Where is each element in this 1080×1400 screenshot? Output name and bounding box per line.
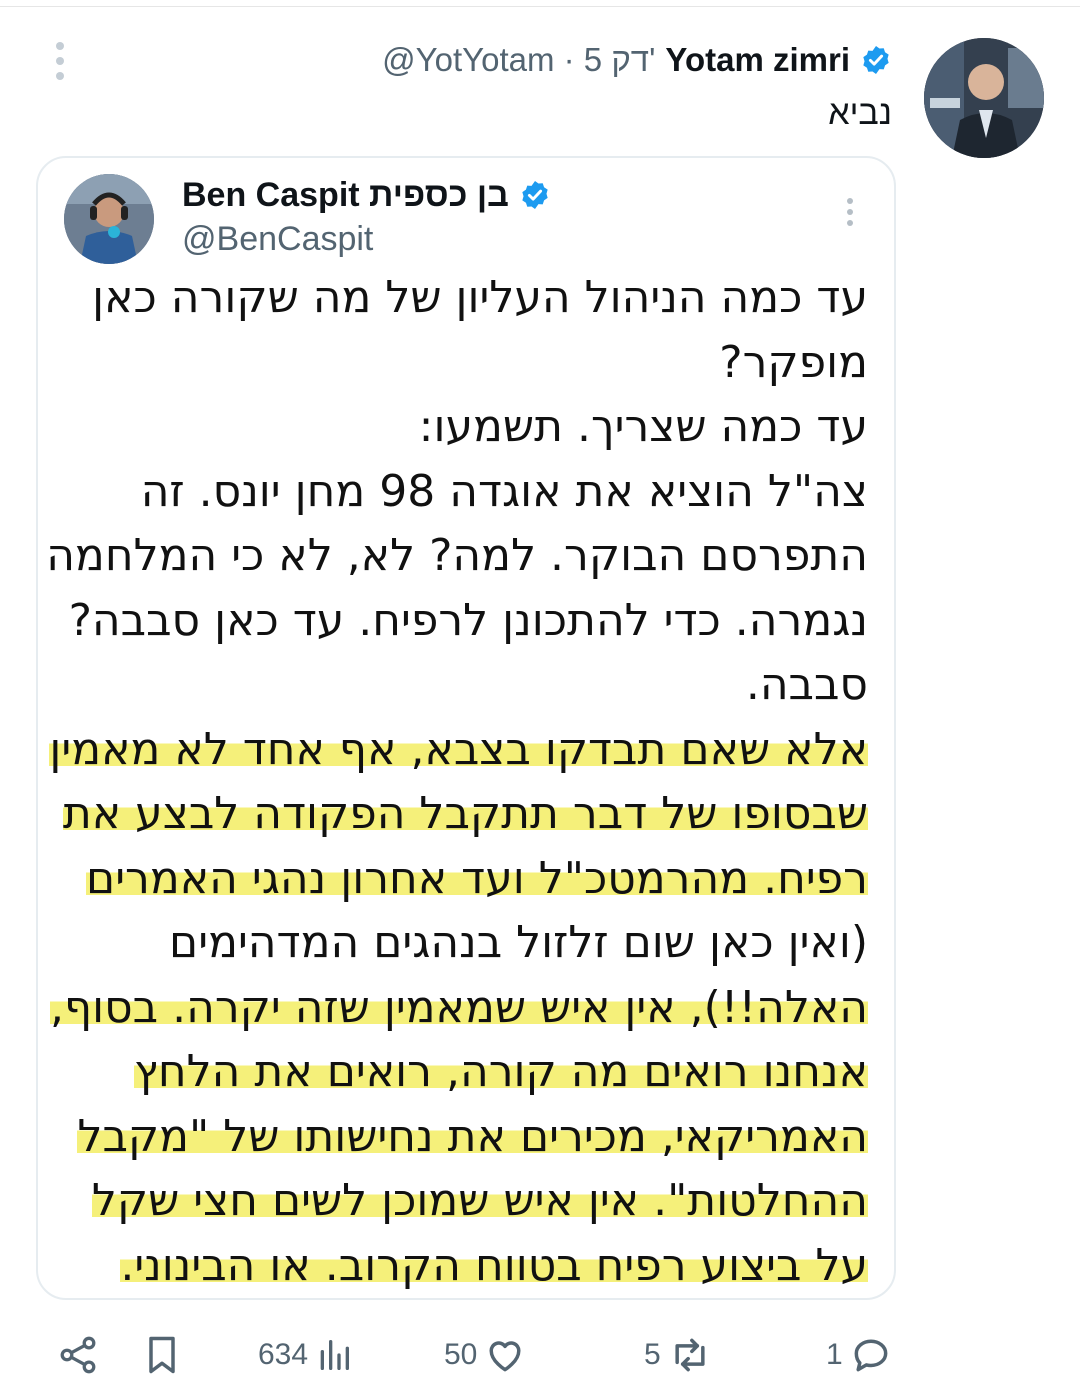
- verified-icon: [863, 46, 889, 74]
- quoted-text-line: נגמרה. כדי להתכונן לרפיח. עד כאן סבבה?: [69, 589, 868, 654]
- replies-count: 1: [826, 1338, 843, 1371]
- text-span: (ואין כאן שום זלזול בנהגים המדהימים: [169, 917, 868, 968]
- post-handle-time: @YotYotam · 5 דק': [382, 41, 656, 78]
- quoted-text-line: מופקר?: [78, 331, 868, 396]
- highlighted-text: על ביצוע רפיח בטווח הקרוב. או הבינוני.: [120, 1239, 868, 1291]
- views-count: 634: [258, 1338, 309, 1371]
- quoted-text-line: צה"ל הוציא את אוגדה 98 מחן יונס. זה: [78, 460, 868, 525]
- quoted-text-line: התפרסם הבוקר. למה? לא, לא כי המלחמה: [46, 524, 868, 589]
- text-span: עד כמה הניהול העליון של מה שקורה כאן: [92, 272, 868, 323]
- views-button[interactable]: 634: [258, 1320, 354, 1390]
- quoted-author-row: Ben Caspit בן כספית: [182, 174, 551, 216]
- repost-icon: [675, 1338, 705, 1372]
- quoted-text-line: אלא שאם תבדקו בצבא, אף אחד לא מאמין: [49, 718, 868, 783]
- quoted-text-line: על ביצוע רפיח בטווח הקרוב. או הבינוני.: [78, 1234, 868, 1299]
- quoted-text-line: רפיח. מהרמטכ"ל ועד אחרון נהגי האמרים: [78, 847, 868, 912]
- text-span: עד כמה שצריך. תשמעו:: [418, 401, 868, 452]
- post-header: @YotYotam · 5 דק' Yotam zimri: [382, 38, 892, 82]
- highlighted-text: ההחלטות". אין איש שמוכן לשים חצי שקל: [91, 1175, 868, 1226]
- highlighted-text: האלה!!), אין איש שמאמין שזה יקרה. בסוף,: [50, 981, 868, 1033]
- quoted-text-line: שבסופו של דבר תתקבל הפקודה לבצע את: [62, 782, 868, 847]
- text-span: סבבה.: [745, 659, 868, 710]
- action-bar: 634 50 5 1: [0, 1320, 1080, 1390]
- heart-icon: [489, 1341, 521, 1372]
- text-span: מופקר?: [719, 336, 868, 388]
- more-options-icon[interactable]: [52, 42, 68, 84]
- quoted-author-avatar[interactable]: [64, 174, 154, 264]
- highlighted-text: שבסופו של דבר תתקבל הפקודה לבצע את: [62, 788, 868, 839]
- quoted-text-line: עד כמה שצריך. תשמעו:: [78, 395, 868, 460]
- quoted-post-text: עד כמה הניהול העליון של מה שקורה כאן מופק…: [46, 266, 868, 1299]
- text-span: התפרסם הבוקר. למה? לא, לא כי המלחמה: [46, 530, 868, 581]
- quoted-text-line: האלה!!), אין איש שמאמין שזה יקרה. בסוף,: [50, 976, 868, 1041]
- share-icon: [60, 1336, 96, 1374]
- verified-icon: [522, 181, 548, 209]
- quoted-more-icon[interactable]: [846, 198, 854, 231]
- reply-icon: [854, 1339, 888, 1372]
- reply-button[interactable]: 1: [826, 1320, 893, 1390]
- repost-button[interactable]: 5: [644, 1320, 713, 1390]
- quoted-text-line: ההחלטות". אין איש שמוכן לשים חצי שקל: [78, 1169, 868, 1234]
- author-avatar[interactable]: [924, 38, 1044, 158]
- highlighted-text: אנחנו רואים מה קורה, רואים את הלחץ: [134, 1046, 868, 1097]
- text-span: צה"ל הוציא את אוגדה 98 מחן יונס. זה: [140, 465, 868, 517]
- share-button[interactable]: [56, 1320, 100, 1390]
- quoted-author-handle: @BenCaspit: [182, 220, 374, 258]
- quoted-text-line: עד כמה הניהול העליון של מה שקורה כאן: [78, 266, 868, 331]
- reposts-count: 5: [644, 1338, 661, 1371]
- quoted-post-card[interactable]: Ben Caspit בן כספית @BenCaspit עד כמה הנ…: [36, 156, 896, 1300]
- quoted-text-line: האמריקאי, מכירים את נחישותו של "מקבל: [77, 1105, 868, 1170]
- highlighted-text: האמריקאי, מכירים את נחישותו של "מקבל: [77, 1110, 868, 1162]
- bookmark-icon: [149, 1336, 175, 1374]
- like-button[interactable]: 50: [444, 1320, 527, 1390]
- quoted-author-name[interactable]: Ben Caspit בן כספית: [182, 176, 509, 215]
- post-text: נביא: [828, 94, 892, 132]
- text-span: נגמרה. כדי להתכונן לרפיח. עד כאן סבבה?: [68, 594, 868, 646]
- quoted-text-line: אנחנו רואים מה קורה, רואים את הלחץ: [78, 1040, 868, 1105]
- quoted-text-line: סבבה.: [78, 653, 868, 718]
- highlighted-text: רפיח. מהרמטכ"ל ועד אחרון נהגי האמרים: [86, 852, 868, 904]
- quoted-text-line: (ואין כאן שום זלזול בנהגים המדהימים: [78, 911, 868, 976]
- likes-count: 50: [444, 1338, 478, 1371]
- post-author-name[interactable]: Yotam zimri: [665, 41, 850, 79]
- top-divider: [0, 6, 1080, 7]
- highlighted-text: אלא שאם תבדקו בצבא, אף אחד לא מאמין: [49, 723, 868, 775]
- views-icon: [320, 1340, 350, 1370]
- bookmark-button[interactable]: [140, 1320, 184, 1390]
